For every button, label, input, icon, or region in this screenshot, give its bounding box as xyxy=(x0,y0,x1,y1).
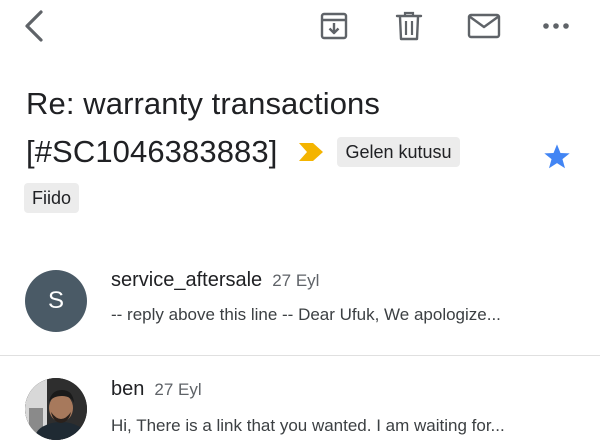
avatar: S xyxy=(25,270,87,332)
message-date: 27 Eyl xyxy=(272,271,320,290)
message-snippet: Hi, There is a link that you wanted. I a… xyxy=(111,416,505,435)
person-photo-icon xyxy=(25,378,87,440)
back-button[interactable] xyxy=(14,6,54,46)
message-item[interactable]: ben 27 Eyl Hi, There is a link that you … xyxy=(0,356,600,447)
email-thread-screen: Re: warranty transactions [#SC1046383883… xyxy=(0,0,600,447)
subject-line-2: [#SC1046383883] xyxy=(26,134,278,169)
sender-name: service_aftersale xyxy=(111,269,263,291)
archive-icon xyxy=(320,12,348,40)
label-chip-inbox[interactable]: Gelen kutusu xyxy=(337,137,460,167)
subject-line-2-row: [#SC1046383883] Gelen kutusu xyxy=(26,128,546,176)
star-button[interactable] xyxy=(538,138,576,176)
subject-line-1: Re: warranty transactions xyxy=(26,86,380,121)
sender-row: service_aftersale 27 Eyl xyxy=(111,269,319,292)
star-icon xyxy=(544,144,570,169)
message-date: 27 Eyl xyxy=(154,380,202,399)
back-arrow-icon xyxy=(25,10,43,42)
archive-button[interactable] xyxy=(314,6,354,46)
important-marker-icon[interactable] xyxy=(297,141,325,163)
delete-button[interactable] xyxy=(389,6,429,46)
email-subject: Re: warranty transactions [#SC1046383883… xyxy=(26,80,546,176)
avatar-photo xyxy=(25,378,87,440)
message-item[interactable]: S service_aftersale 27 Eyl -- reply abov… xyxy=(0,255,600,355)
sender-name: ben xyxy=(111,378,145,400)
sender-row: ben 27 Eyl xyxy=(111,378,202,401)
trash-icon xyxy=(395,11,423,41)
more-horizontal-icon xyxy=(543,23,569,29)
message-snippet: -- reply above this line -- Dear Ufuk, W… xyxy=(111,305,501,324)
label-chip-fiido[interactable]: Fiido xyxy=(24,183,80,213)
mark-unread-button[interactable] xyxy=(462,6,506,46)
mark-unread-icon xyxy=(467,13,501,39)
more-options-button[interactable] xyxy=(536,6,576,46)
top-toolbar xyxy=(0,0,600,52)
avatar-letter: S xyxy=(47,287,64,314)
